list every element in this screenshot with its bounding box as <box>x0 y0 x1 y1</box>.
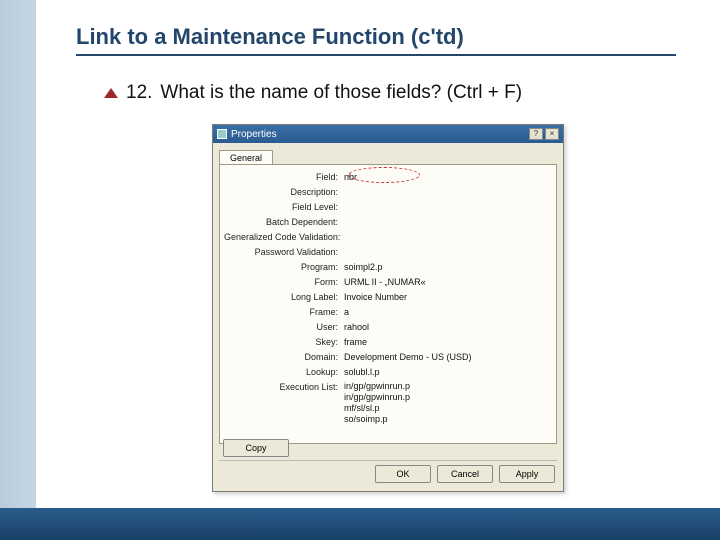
prop-value-form: URML II - „NUMAR« <box>344 276 552 288</box>
prop-value-execlist: in/gp/gpwinrun.p in/gp/gpwinrun.p mf/sl/… <box>344 381 552 425</box>
prop-value-user: rahool <box>344 321 552 333</box>
prop-row: Lookup: solubl.l.p <box>224 366 552 378</box>
prop-value-field: nbr <box>344 171 552 183</box>
bullet-number: 12. <box>126 82 152 104</box>
slide-left-accent <box>0 0 36 540</box>
prop-label-program: Program: <box>224 261 344 273</box>
prop-row: Description: <box>224 186 552 198</box>
prop-label-lookup: Lookup: <box>224 366 344 378</box>
dialog-button-row: OK Cancel Apply <box>375 465 555 483</box>
prop-label-field: Field: <box>224 171 344 183</box>
tab-panel-general: Field: nbr Description: Field Level: Bat… <box>219 164 557 444</box>
ok-button[interactable]: OK <box>375 465 431 483</box>
prop-label-form: Form: <box>224 276 344 288</box>
prop-row: Batch Dependent: <box>224 216 552 228</box>
help-button[interactable]: ? <box>529 128 543 140</box>
prop-value-frame: a <box>344 306 552 318</box>
prop-value-domain: Development Demo - US (USD) <box>344 351 552 363</box>
prop-label-longlabel: Long Label: <box>224 291 344 303</box>
prop-label-gencode: Generalized Code Validation: <box>224 231 344 243</box>
close-button[interactable]: × <box>545 128 559 140</box>
cancel-button[interactable]: Cancel <box>437 465 493 483</box>
window-icon <box>217 129 227 139</box>
prop-label-execlist: Execution List: <box>224 381 344 393</box>
tab-general[interactable]: General <box>219 150 273 165</box>
prop-row: Password Validation: <box>224 246 552 258</box>
copy-button[interactable]: Copy <box>223 439 289 457</box>
prop-row: Form: URML II - „NUMAR« <box>224 276 552 288</box>
prop-label-password: Password Validation: <box>224 246 344 258</box>
prop-label-fieldlevel: Field Level: <box>224 201 344 213</box>
prop-label-batch: Batch Dependent: <box>224 216 344 228</box>
prop-label-user: User: <box>224 321 344 333</box>
prop-value-skey: frame <box>344 336 552 348</box>
prop-value-lookup: solubl.l.p <box>344 366 552 378</box>
prop-row: Generalized Code Validation: <box>224 231 552 243</box>
prop-label-description: Description: <box>224 186 344 198</box>
slide-title: Link to a Maintenance Function (c'td) <box>76 24 464 50</box>
prop-row: Program: soimpl2.p <box>224 261 552 273</box>
prop-value-program: soimpl2.p <box>344 261 552 273</box>
bullet-icon <box>104 88 118 98</box>
prop-label-skey: Skey: <box>224 336 344 348</box>
apply-button[interactable]: Apply <box>499 465 555 483</box>
prop-row: Execution List: in/gp/gpwinrun.p in/gp/g… <box>224 381 552 425</box>
prop-label-domain: Domain: <box>224 351 344 363</box>
prop-row: Field Level: <box>224 201 552 213</box>
prop-row: User: rahool <box>224 321 552 333</box>
prop-label-frame: Frame: <box>224 306 344 318</box>
properties-dialog: Properties ? × General Field: nbr Descri… <box>212 124 564 492</box>
slide-bottom-bar <box>0 508 720 540</box>
bullet-text: What is the name of those fields? (Ctrl … <box>160 82 522 104</box>
bullet-row: 12. What is the name of those fields? (C… <box>104 82 522 104</box>
prop-row: Frame: a <box>224 306 552 318</box>
dialog-separator <box>219 460 557 461</box>
prop-value-longlabel: Invoice Number <box>344 291 552 303</box>
dialog-title: Properties <box>231 129 277 140</box>
prop-row: Field: nbr <box>224 171 552 183</box>
prop-row: Long Label: Invoice Number <box>224 291 552 303</box>
prop-row: Skey: frame <box>224 336 552 348</box>
prop-row: Domain: Development Demo - US (USD) <box>224 351 552 363</box>
title-underline <box>76 54 676 56</box>
dialog-titlebar[interactable]: Properties ? × <box>213 125 563 143</box>
tab-strip: General <box>219 149 557 164</box>
